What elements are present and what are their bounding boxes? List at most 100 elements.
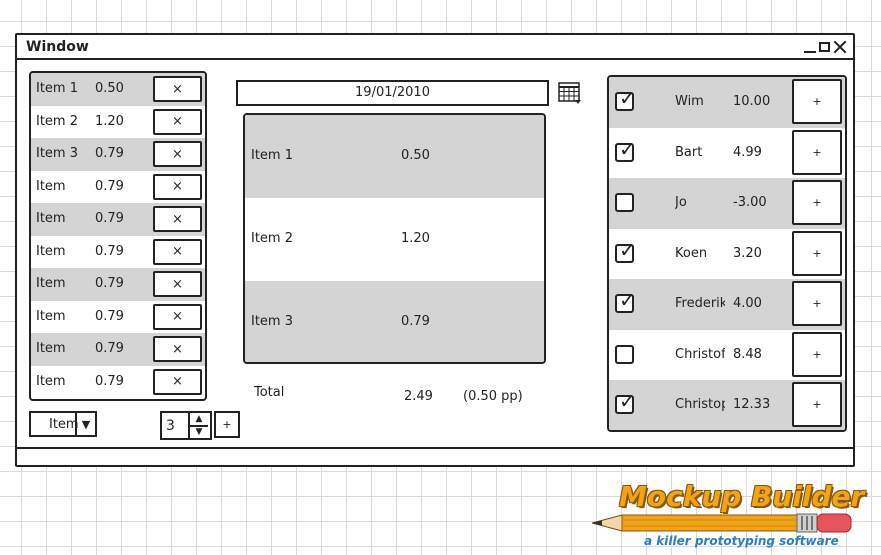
person-amount: 3.20 (733, 245, 762, 261)
person-amount: 12.33 (733, 397, 771, 412)
person-checkbox[interactable]: ✓ (615, 88, 636, 111)
checkmark-icon: ✓ (619, 288, 636, 312)
stepper-value[interactable]: 3 (166, 418, 175, 434)
per-person-value: (0.50 pp) (463, 389, 523, 404)
person-checkbox[interactable] (615, 193, 634, 212)
item-value: 0.79 (95, 243, 124, 259)
person-name: Koen (675, 245, 708, 261)
checkmark-icon: ✓ (619, 237, 636, 262)
add-item-button[interactable]: + (214, 411, 240, 438)
window-controls (804, 37, 847, 57)
remove-item-button[interactable]: × (153, 206, 202, 232)
items-table: Item 1 0.50 Item 2 1.20 Item 3 0.79 (243, 113, 546, 364)
minimize-icon[interactable] (804, 51, 816, 53)
remove-item-button[interactable]: × (153, 368, 202, 395)
item-value: 0.79 (95, 373, 124, 389)
person-amount: -3.00 (733, 195, 767, 210)
list-item: Item 1 0.50 × (31, 73, 205, 106)
checkmark-icon: ✓ (619, 136, 636, 161)
add-amount-button[interactable]: + (792, 79, 842, 124)
table-row: Item 3 0.79 (245, 281, 544, 362)
remove-item-button[interactable]: × (153, 173, 202, 200)
stepper-down-icon[interactable]: ▼ (190, 426, 208, 438)
remove-item-button[interactable]: × (153, 141, 202, 167)
mockup-builder-logo: Mockup Builder a killer prototyping soft… (592, 476, 872, 554)
table-row: Item 1 0.50 (245, 115, 544, 198)
person-row: ✓ Frederik 4.00 + (609, 279, 845, 330)
add-amount-button[interactable]: + (792, 382, 842, 427)
person-row: Christof 8.48 + (609, 330, 845, 381)
item-value: 0.79 (95, 276, 124, 291)
item-value: 0.79 (95, 341, 124, 356)
list-item: Item 0.79 × (31, 333, 205, 366)
remove-item-button[interactable]: × (153, 336, 202, 362)
item-value: 1.20 (95, 113, 124, 129)
calendar-icon[interactable] (557, 80, 583, 106)
row-name: Item 1 (251, 148, 293, 163)
app-window: Window Item 1 0.50 × Item 2 1.20 × Item 3 0.79 ×… (15, 33, 855, 467)
list-item: Item 0.79 × (31, 236, 205, 269)
row-name: Item 2 (251, 231, 293, 246)
list-item: Item 0.79 × (31, 301, 205, 334)
person-name: Bart (675, 144, 703, 160)
add-amount-button[interactable]: + (792, 129, 842, 175)
item-name: Item (36, 308, 66, 324)
person-name: Christoph (675, 397, 725, 412)
person-row: ✓ Bart 4.99 + (609, 128, 845, 179)
item-name: Item 3 (36, 146, 78, 161)
item-name: Item (36, 178, 66, 194)
item-dropdown[interactable]: Item ▼ (29, 411, 97, 437)
remove-item-button[interactable]: × (153, 271, 202, 297)
close-icon[interactable] (833, 40, 847, 54)
row-value: 1.20 (401, 231, 430, 246)
items-list: Item 1 0.50 × Item 2 1.20 × Item 3 0.79 × Item 0.7… (29, 71, 207, 401)
person-checkbox[interactable]: ✓ (615, 290, 636, 313)
list-item: Item 0.79 × (31, 203, 205, 236)
total-value: 2.49 (404, 389, 433, 404)
stepper-up-icon[interactable]: ▲ (190, 413, 208, 427)
status-bar (17, 447, 853, 449)
maximize-icon[interactable] (819, 42, 830, 52)
add-amount-button[interactable]: + (792, 281, 842, 326)
title-bar: Window (17, 35, 853, 60)
list-item: Item 0.79 × (31, 171, 205, 204)
row-name: Item 3 (251, 314, 293, 329)
row-value: 0.50 (401, 148, 430, 163)
person-row: ✓ Christoph 12.33 + (609, 380, 845, 430)
person-checkbox[interactable]: ✓ (615, 139, 636, 162)
quantity-stepper[interactable]: 3 ▲ ▼ (160, 411, 212, 440)
item-name: Item (36, 341, 66, 356)
item-name: Item (36, 373, 66, 389)
list-item: Item 3 0.79 × (31, 138, 205, 171)
list-item: Item 0.79 × (31, 366, 205, 399)
window-title: Window (26, 39, 89, 55)
item-value: 0.79 (95, 146, 124, 161)
remove-item-button[interactable]: × (153, 238, 202, 265)
person-amount: 10.00 (733, 94, 771, 109)
add-amount-button[interactable]: + (792, 180, 842, 225)
person-row: Jo -3.00 + (609, 178, 845, 229)
add-amount-button[interactable]: + (792, 230, 842, 276)
pencil-icon (592, 513, 852, 533)
remove-item-button[interactable]: × (153, 108, 202, 135)
item-name: Item (36, 243, 66, 259)
person-checkbox[interactable] (615, 344, 634, 364)
row-value: 0.79 (401, 314, 430, 329)
person-name: Wim (675, 94, 704, 109)
stepper-arrows: ▲ ▼ (188, 413, 210, 438)
person-amount: 4.99 (733, 144, 762, 160)
person-checkbox[interactable]: ✓ (615, 391, 636, 414)
person-amount: 8.48 (733, 346, 762, 362)
item-value: 0.79 (95, 308, 124, 324)
remove-item-button[interactable]: × (153, 76, 202, 102)
person-checkbox[interactable]: ✓ (615, 240, 636, 263)
person-name: Jo (675, 195, 687, 210)
add-amount-button[interactable]: + (792, 331, 842, 377)
item-name: Item (36, 276, 66, 291)
chevron-down-icon[interactable]: ▼ (75, 413, 95, 435)
people-list: ✓ Wim 10.00 + ✓ Bart 4.99 + Jo -3.00 + ✓ Koen 3.20 + ✓ F… (607, 75, 847, 432)
date-field[interactable]: 19/01/2010 (236, 80, 549, 106)
remove-item-button[interactable]: × (153, 303, 202, 330)
table-row: Item 2 1.20 (245, 198, 544, 281)
logo-tagline: a killer prototyping software (644, 534, 839, 548)
